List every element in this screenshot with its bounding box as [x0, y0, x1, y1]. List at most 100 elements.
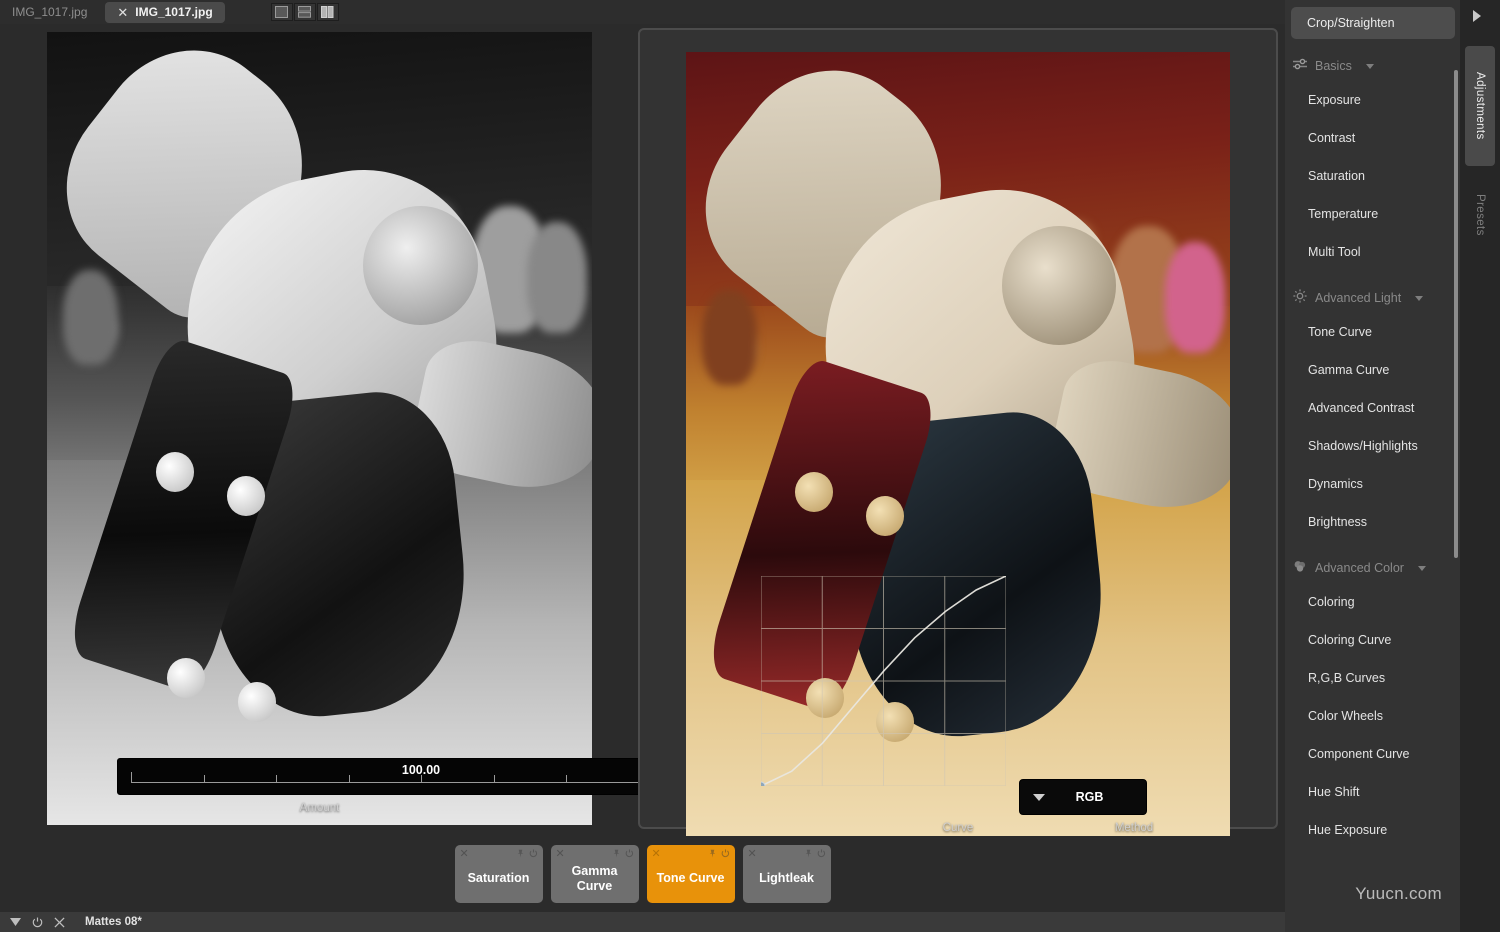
tab-adjustments-label: Adjustments: [1474, 72, 1486, 140]
adjustment-item-label: Hue Shift: [1308, 785, 1359, 799]
adjustment-item-color-wheels[interactable]: Color Wheels: [1285, 697, 1460, 735]
adjustment-item-label: Exposure: [1308, 93, 1361, 107]
close-icon[interactable]: ✕: [460, 849, 469, 860]
chevron-down-icon[interactable]: [1415, 296, 1423, 301]
adjustment-group-header[interactable]: Advanced Light: [1285, 283, 1460, 313]
pin-icon[interactable]: [804, 845, 813, 863]
after-preview-image[interactable]: Curve RGB Method: [686, 52, 1230, 845]
adjustment-item-coloring[interactable]: Coloring: [1285, 583, 1460, 621]
split-horizontal-view-mode-button[interactable]: [294, 3, 316, 21]
power-icon[interactable]: [32, 917, 43, 928]
adjustment-item-label: Contrast: [1308, 131, 1355, 145]
pin-icon[interactable]: [708, 845, 717, 863]
effect-chip-label: Tone Curve: [653, 871, 729, 885]
reset-icon[interactable]: [817, 845, 826, 863]
collapse-panel-arrow-icon[interactable]: [1473, 10, 1481, 22]
status-bar: Mattes 08*: [0, 912, 1500, 932]
effect-chip[interactable]: ✕ Tone Curve: [647, 845, 735, 903]
adjustment-item-advanced-contrast[interactable]: Advanced Contrast: [1285, 389, 1460, 427]
chevron-down-icon[interactable]: [1418, 566, 1426, 571]
tab-presets-label: Presets: [1474, 194, 1486, 236]
skateboard-wheel: [238, 682, 276, 722]
tab-adjustments[interactable]: Adjustments: [1465, 46, 1495, 166]
adjustment-item-brightness[interactable]: Brightness: [1285, 503, 1460, 541]
adjustment-item-dynamics[interactable]: Dynamics: [1285, 465, 1460, 503]
chip-icon-row: ✕: [551, 848, 639, 860]
chip-icon-row: ✕: [743, 848, 831, 860]
adjustment-item-label: R,G,B Curves: [1308, 671, 1385, 685]
adjustment-item-label: Saturation: [1308, 169, 1365, 183]
crop-straighten-button[interactable]: Crop/Straighten: [1291, 7, 1455, 39]
adjustment-item-label: Dynamics: [1308, 477, 1363, 491]
adjustment-item-label: Coloring Curve: [1308, 633, 1391, 647]
adjustment-item-label: Component Curve: [1308, 747, 1409, 761]
triangle-down-icon[interactable]: [10, 918, 21, 926]
single-view-mode-button[interactable]: [271, 3, 293, 21]
effect-chip[interactable]: ✕GammaCurve: [551, 845, 639, 903]
file-tab-active[interactable]: ✕ IMG_1017.jpg: [105, 2, 224, 23]
single-pane-icon: [275, 6, 288, 18]
skateboard-wheel: [866, 496, 904, 536]
chip-icon-row: ✕: [647, 848, 735, 860]
slider-track[interactable]: [131, 773, 711, 785]
reset-icon[interactable]: [529, 845, 538, 863]
adjustment-item-tone-curve[interactable]: Tone Curve: [1285, 313, 1460, 351]
photo-scene: [47, 32, 592, 825]
adjustment-item-temperature[interactable]: Temperature: [1285, 195, 1460, 233]
pin-icon[interactable]: [516, 845, 525, 863]
sidebar-scrollbar[interactable]: [1454, 70, 1458, 558]
crop-straighten-label: Crop/Straighten: [1307, 16, 1395, 30]
reset-icon[interactable]: [721, 845, 730, 863]
close-icon[interactable]: ✕: [556, 849, 565, 860]
effect-chip[interactable]: ✕Saturation: [455, 845, 543, 903]
vertical-split-icon: [321, 6, 334, 18]
adjustment-item-hue-shift[interactable]: Hue Shift: [1285, 773, 1460, 811]
close-icon[interactable]: [54, 917, 65, 928]
chip-icon-row: ✕: [455, 848, 543, 860]
adjustment-item-label: Brightness: [1308, 515, 1367, 529]
adjustment-group-title: Basics: [1315, 59, 1352, 73]
close-icon[interactable]: ✕: [117, 6, 128, 19]
adjustment-item-multi-tool[interactable]: Multi Tool: [1285, 233, 1460, 271]
adjustment-group-header[interactable]: Advanced Color: [1285, 553, 1460, 583]
adjustment-item-contrast[interactable]: Contrast: [1285, 119, 1460, 157]
close-icon[interactable]: ✕: [748, 849, 757, 860]
adjustment-item-exposure[interactable]: Exposure: [1285, 81, 1460, 119]
tone-curve-editor[interactable]: [761, 576, 1006, 814]
adjustment-item-label: Tone Curve: [1308, 325, 1372, 339]
method-dropdown[interactable]: RGB: [1019, 779, 1147, 815]
skateboard-wheel: [156, 452, 194, 492]
adjustment-groups: Basics Exposure Contrast Saturation Temperat…: [1285, 51, 1460, 849]
status-text: Mattes 08*: [85, 916, 142, 928]
effect-chip-label: Lightleak: [755, 871, 818, 885]
close-icon[interactable]: ✕: [652, 849, 661, 860]
adjustments-panel: Crop/Straighten Basics Exposure Contrast Sa…: [1285, 0, 1460, 932]
before-preview-image[interactable]: 100.00 Amount: [47, 32, 592, 825]
split-vertical-view-mode-button[interactable]: [317, 3, 339, 21]
tone-curve-plot[interactable]: [761, 576, 1006, 786]
skater-figure: [47, 32, 592, 825]
reset-icon[interactable]: [625, 845, 634, 863]
tab-presets[interactable]: Presets: [1465, 176, 1495, 254]
amount-slider[interactable]: 100.00: [117, 758, 725, 795]
adjustment-item-shadows-highlights[interactable]: Shadows/Highlights: [1285, 427, 1460, 465]
chevron-down-icon[interactable]: [1366, 64, 1374, 69]
skater-head: [363, 206, 477, 325]
pin-icon[interactable]: [612, 845, 621, 863]
effect-layer-bar: ✕Saturation✕GammaCurve✕Tone Curve✕Lightl…: [0, 836, 1285, 912]
file-tab-inactive[interactable]: IMG_1017.jpg: [0, 1, 99, 23]
adjustment-item-component-curve[interactable]: Component Curve: [1285, 735, 1460, 773]
tone-curve-grid: [761, 576, 1006, 786]
effect-chip[interactable]: ✕ Lightleak: [743, 845, 831, 903]
adjustment-item-gamma-curve[interactable]: Gamma Curve: [1285, 351, 1460, 389]
adjustment-item-coloring-curve[interactable]: Coloring Curve: [1285, 621, 1460, 659]
adjustment-item-hue-exposure[interactable]: Hue Exposure: [1285, 811, 1460, 849]
adjustment-item-label: Gamma Curve: [1308, 363, 1389, 377]
file-tab-label: IMG_1017.jpg: [135, 5, 212, 19]
adjustment-item-saturation[interactable]: Saturation: [1285, 157, 1460, 195]
adjustment-group-header[interactable]: Basics: [1285, 51, 1460, 81]
skater-head: [1002, 226, 1116, 345]
method-label: Method: [1054, 822, 1214, 834]
skateboard-wheel: [167, 658, 205, 698]
adjustment-item-r-g-b-curves[interactable]: R,G,B Curves: [1285, 659, 1460, 697]
